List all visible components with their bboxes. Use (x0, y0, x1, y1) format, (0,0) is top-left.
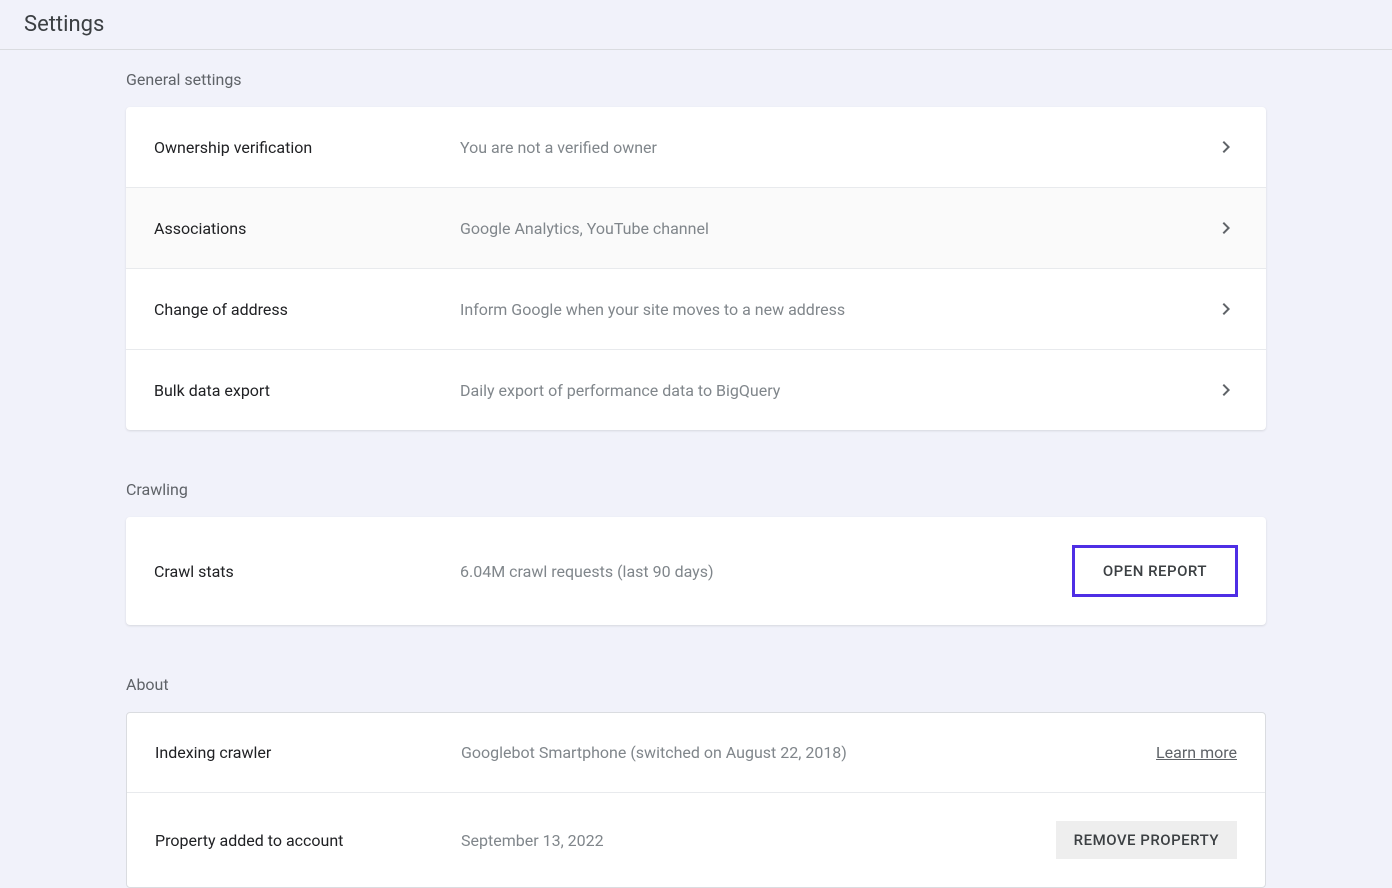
bulk-data-export-row[interactable]: Bulk data export Daily export of perform… (126, 350, 1266, 430)
change-of-address-row[interactable]: Change of address Inform Google when you… (126, 269, 1266, 350)
row-desc: Google Analytics, YouTube channel (460, 219, 1198, 238)
row-title: Change of address (154, 300, 460, 319)
section-label-crawling: Crawling (126, 472, 1266, 517)
row-title: Associations (154, 219, 460, 238)
page-title: Settings (24, 12, 1368, 37)
section-label-about: About (126, 667, 1266, 712)
property-added-row: Property added to account September 13, … (127, 793, 1265, 887)
associations-row[interactable]: Associations Google Analytics, YouTube c… (126, 188, 1266, 269)
ownership-verification-row[interactable]: Ownership verification You are not a ver… (126, 107, 1266, 188)
row-title: Ownership verification (154, 138, 460, 157)
row-title: Bulk data export (154, 381, 460, 400)
row-title: Indexing crawler (155, 743, 461, 762)
remove-property-button[interactable]: REMOVE PROPERTY (1056, 821, 1237, 859)
crawl-stats-row[interactable]: Crawl stats 6.04M crawl requests (last 9… (126, 517, 1266, 625)
general-settings-card: Ownership verification You are not a ver… (126, 107, 1266, 430)
content-area: General settings Ownership verification … (126, 50, 1266, 888)
indexing-crawler-row: Indexing crawler Googlebot Smartphone (s… (127, 713, 1265, 793)
row-desc: September 13, 2022 (461, 831, 1040, 850)
row-title: Crawl stats (154, 562, 460, 581)
row-desc: Googlebot Smartphone (switched on August… (461, 743, 1140, 762)
about-card: Indexing crawler Googlebot Smartphone (s… (126, 712, 1266, 888)
row-desc: You are not a verified owner (460, 138, 1198, 157)
learn-more-link[interactable]: Learn more (1156, 743, 1237, 762)
row-title: Property added to account (155, 831, 461, 850)
row-desc: Daily export of performance data to BigQ… (460, 381, 1198, 400)
crawling-card: Crawl stats 6.04M crawl requests (last 9… (126, 517, 1266, 625)
open-report-button[interactable]: OPEN REPORT (1072, 545, 1238, 597)
section-label-general: General settings (126, 62, 1266, 107)
chevron-right-icon (1214, 297, 1238, 321)
page-header: Settings (0, 0, 1392, 50)
chevron-right-icon (1214, 135, 1238, 159)
chevron-right-icon (1214, 216, 1238, 240)
chevron-right-icon (1214, 378, 1238, 402)
row-desc: 6.04M crawl requests (last 90 days) (460, 562, 1056, 581)
row-desc: Inform Google when your site moves to a … (460, 300, 1198, 319)
